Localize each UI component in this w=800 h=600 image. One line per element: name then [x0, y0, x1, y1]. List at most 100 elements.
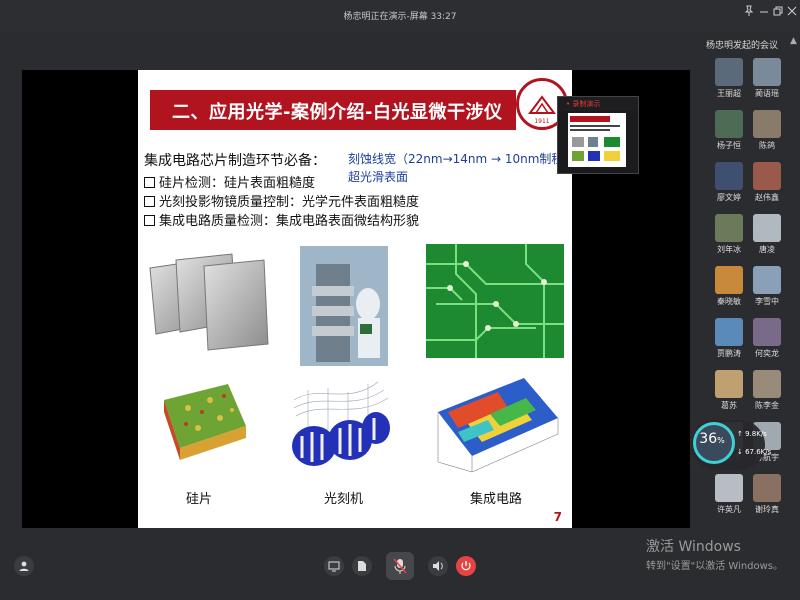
share-screen-icon: [328, 561, 340, 572]
participant-tile[interactable]: 王丽超: [715, 58, 743, 100]
avatar: [753, 266, 781, 294]
participant-name: 杨子恒: [717, 141, 741, 150]
participants-button[interactable]: [14, 556, 34, 576]
mute-button[interactable]: [386, 552, 414, 580]
participant-tile[interactable]: 刘年冰: [715, 214, 743, 256]
hang-up-icon: [461, 561, 471, 571]
participant-tile[interactable]: 陈李金: [753, 370, 781, 412]
participant-name: 贾鹏涛: [717, 349, 741, 358]
avatar: [715, 162, 743, 190]
bullet-text: 集成电路质量检测：集成电路表面微结构形貌: [159, 214, 420, 229]
participant-name: 秦晓敏: [717, 297, 741, 306]
participant-name: 刘年冰: [717, 245, 741, 254]
participant-tile[interactable]: 葛苏: [715, 370, 743, 412]
slide-page-number: 7: [553, 510, 562, 524]
preview-header: • 录制演示: [558, 97, 638, 111]
avatar: [753, 474, 781, 502]
slide-title-banner: 二、应用光学-案例介绍-白光显微干涉仪: [150, 90, 516, 130]
upload-speed: ↑ 9.8K/s: [737, 430, 767, 438]
bullet-text: 光刻投影物镜质量控制：光学元件表面粗糙度: [159, 195, 420, 210]
speaker-button[interactable]: [428, 556, 448, 576]
close-icon[interactable]: [787, 5, 797, 20]
avatar: [753, 162, 781, 190]
avatar: [715, 110, 743, 138]
usage-percent: 36%: [697, 431, 727, 447]
upload-speed-value: 9.8K/s: [745, 430, 767, 438]
smooth-surface-note: 超光滑表面: [348, 170, 409, 184]
participant-tile[interactable]: 许英凡: [715, 474, 743, 516]
participant-tile[interactable]: 秦晓敏: [715, 266, 743, 308]
participant-tile[interactable]: 杨子恒: [715, 110, 743, 152]
speaker-icon: [433, 561, 443, 571]
bullet-item: 硅片检测：硅片表面粗糙度: [144, 172, 315, 191]
checkbox-bullet-icon: [144, 177, 155, 188]
participant-tile[interactable]: 何奕龙: [753, 318, 781, 360]
avatar: [753, 58, 781, 86]
preview-thumbnail: [568, 113, 626, 167]
share-screen-button[interactable]: [324, 556, 344, 576]
participant-tile[interactable]: 贾鹏涛: [715, 318, 743, 360]
participant-name: 蔺语瑶: [755, 89, 779, 98]
participant-name: 何奕龙: [755, 349, 779, 358]
bullet-text: 硅片检测：硅片表面粗糙度: [159, 176, 316, 191]
caption-circuit: 集成电路: [470, 492, 523, 507]
participant-name: 陈李金: [755, 401, 779, 410]
network-speed-widget[interactable]: 36% ↑ 9.8K/s ↓ 67.6K/s: [691, 420, 771, 470]
participant-name: 葛苏: [721, 401, 737, 410]
checkbox-bullet-icon: [144, 196, 155, 207]
slide-title: 二、应用光学-案例介绍-白光显微干涉仪: [172, 102, 503, 123]
participant-tile[interactable]: 赵伟鑫: [753, 162, 781, 204]
window-title: 杨忠明正在演示-屏幕 33:27: [343, 12, 457, 22]
avatar: [715, 474, 743, 502]
circuit-topography-map: [428, 372, 562, 478]
lithography-optics-model: [288, 376, 400, 474]
etch-width-note: 刻蚀线宽（22nm→14nm → 10nm制程）: [348, 152, 572, 166]
participant-tile[interactable]: 谢玲真: [753, 474, 781, 516]
participant-name: 王丽超: [717, 89, 741, 98]
restore-icon[interactable]: [773, 5, 783, 20]
avatar: [715, 58, 743, 86]
pin-icon[interactable]: [744, 5, 754, 20]
participant-tile[interactable]: 唐凌: [753, 214, 781, 256]
minimize-icon[interactable]: [759, 5, 769, 20]
file-icon: [358, 561, 366, 571]
participant-name: 唐凌: [759, 245, 775, 254]
participant-tile[interactable]: 陈鸽: [753, 110, 781, 152]
download-speed: ↓ 67.6K/s: [737, 448, 772, 456]
presentation-slide: 二、应用光学-案例介绍-白光显微干涉仪 1911 集成电路芯片制造环节必备： 刻…: [138, 70, 572, 528]
bullet-item: 集成电路质量检测：集成电路表面微结构形貌: [144, 210, 419, 229]
participant-name: 廖文婷: [717, 193, 741, 202]
usage-percent-unit: %: [717, 436, 725, 445]
participant-name: 许英凡: [717, 505, 741, 514]
hang-up-button[interactable]: [456, 556, 476, 576]
participant-tile[interactable]: 李雪中: [753, 266, 781, 308]
mic-muted-icon: [393, 558, 407, 574]
avatar: [753, 110, 781, 138]
participant-name: 陈鸽: [759, 141, 775, 150]
caption-lithography: 光刻机: [324, 492, 364, 507]
participant-name: 李雪中: [755, 297, 779, 306]
avatar: [753, 370, 781, 398]
presenter-preview-window[interactable]: • 录制演示: [557, 96, 639, 174]
circuit-board-photo: [426, 244, 564, 358]
lithography-machine-photo: [300, 246, 388, 366]
activate-windows-title: 激活 Windows: [646, 539, 741, 555]
avatar: [715, 318, 743, 346]
wafer-roughness-map: [158, 370, 250, 466]
silicon-wafer-photo: [146, 246, 270, 358]
section-heading: 集成电路芯片制造环节必备：: [144, 153, 326, 169]
avatar: [715, 214, 743, 242]
file-button[interactable]: [352, 556, 372, 576]
usage-percent-value: 36: [699, 431, 718, 447]
participant-tile[interactable]: 蔺语瑶: [753, 58, 781, 100]
recording-label: • 录制演示: [566, 100, 601, 108]
caption-wafer: 硅片: [186, 492, 213, 507]
participant-name: 谢玲真: [755, 505, 779, 514]
avatar: [715, 266, 743, 294]
avatar: [753, 318, 781, 346]
participant-name: 赵伟鑫: [755, 193, 779, 202]
bullet-item: 光刻投影物镜质量控制：光学元件表面粗糙度: [144, 191, 419, 210]
title-bar: 杨忠明正在演示-屏幕 33:27: [0, 0, 800, 32]
chevron-up-icon[interactable]: ▲: [790, 36, 797, 46]
participant-tile[interactable]: 廖文婷: [715, 162, 743, 204]
